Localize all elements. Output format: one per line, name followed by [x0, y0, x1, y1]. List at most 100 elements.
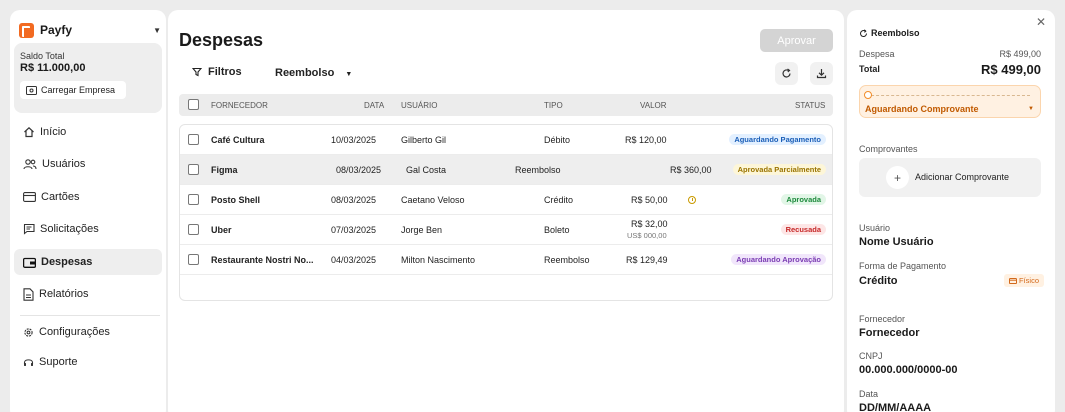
row-checkbox[interactable]	[188, 164, 199, 175]
user-label: Usuário	[859, 223, 891, 233]
headset-icon	[23, 358, 34, 366]
expense-detail-panel: ✕ Reembolso Despesa R$ 499,00 Total R$ 4…	[847, 10, 1055, 412]
nav-item-suporte[interactable]: Suporte	[14, 349, 162, 375]
expense-label: Despesa	[859, 49, 895, 59]
nav-item-usuarios[interactable]: Usuários	[14, 151, 162, 177]
row-checkbox[interactable]	[188, 134, 199, 145]
row-type: Boleto	[544, 225, 570, 235]
col-status: STATUS	[795, 101, 826, 110]
refresh-icon	[782, 68, 791, 78]
close-icon[interactable]: ✕	[1036, 15, 1046, 29]
download-button[interactable]	[810, 62, 833, 85]
balance-value: R$ 11.000,00	[20, 62, 86, 74]
row-user: Jorge Ben	[401, 225, 443, 235]
row-user: Gal Costa	[406, 165, 447, 175]
nav-item-cartoes[interactable]: Cartões	[14, 184, 162, 210]
supplier-value: Fornecedor	[859, 327, 920, 339]
table-row[interactable]: Figma 08/03/2025 Gal Costa Reembolso R$ …	[180, 155, 832, 185]
row-type: Crédito	[544, 195, 574, 205]
nav-item-relatorios[interactable]: Relatórios	[14, 281, 162, 307]
total-value: R$ 499,00	[981, 62, 1041, 77]
table-row[interactable]: Uber 07/03/2025 Jorge Ben Boleto R$ 32,0…	[180, 215, 832, 245]
nav-item-label: Usuários	[42, 158, 86, 170]
status-badge: Aguardando Aprovação	[731, 254, 826, 265]
row-supplier: Restaurante Nostri No...	[211, 255, 314, 265]
load-company-button[interactable]: Carregar Empresa	[20, 81, 126, 99]
nav-item-label: Solicitações	[40, 223, 99, 235]
supplier-label: Fornecedor	[859, 314, 906, 324]
row-date: 04/03/2025	[331, 255, 377, 265]
row-value: R$ 129,49	[626, 255, 668, 265]
col-value: VALOR	[640, 101, 667, 110]
row-supplier: Figma	[211, 165, 238, 175]
users-icon	[23, 159, 37, 170]
company-selector[interactable]: Payfy ▼	[19, 19, 161, 41]
status-label: Aguardando Comprovante	[865, 104, 979, 114]
filter-icon	[192, 67, 202, 77]
row-supplier: Café Cultura	[211, 135, 265, 145]
home-icon	[24, 126, 34, 138]
row-type: Débito	[544, 135, 571, 145]
wallet-icon	[23, 257, 36, 268]
type-filter-select[interactable]: Reembolso ▼	[275, 67, 352, 79]
add-proof-button[interactable]: + Adicionar Comprovante	[859, 158, 1041, 197]
caret-down-icon: ▼	[345, 71, 353, 78]
balance-card: Saldo Total R$ 11.000,00 Carregar Empres…	[14, 43, 162, 113]
col-date: DATA	[364, 101, 385, 110]
payfy-logo-icon	[19, 22, 34, 38]
nav-item-label: Início	[40, 126, 67, 138]
row-type: Reembolso	[515, 165, 561, 175]
status-badge: Recusada	[780, 224, 826, 235]
add-proof-label: Adicionar Comprovante	[915, 172, 1010, 182]
filters-button[interactable]: Filtros	[192, 66, 242, 78]
sidebar: Payfy ▼ Saldo Total R$ 11.000,00 Carrega…	[10, 10, 166, 412]
row-checkbox[interactable]	[188, 194, 199, 205]
table-row[interactable]: Posto Shell 08/03/2025 Caetano Veloso Cr…	[180, 185, 832, 215]
row-date: 08/03/2025	[331, 195, 377, 205]
row-checkbox[interactable]	[188, 254, 199, 265]
row-user: Milton Nascimento	[401, 255, 476, 265]
nav-item-inicio[interactable]: Início	[14, 119, 162, 145]
cnpj-value: 00.000.000/0000-00	[859, 364, 958, 376]
col-supplier: FORNECEDOR	[211, 101, 268, 110]
row-value: R$ 360,00	[670, 165, 712, 175]
nav-item-label: Despesas	[41, 256, 93, 268]
row-value: R$ 120,00	[625, 135, 667, 145]
payment-value: Crédito	[859, 275, 898, 287]
cash-icon	[26, 85, 37, 95]
approve-button[interactable]: Aprovar	[760, 29, 833, 52]
report-icon	[23, 287, 34, 301]
refresh-button[interactable]	[775, 62, 798, 85]
table-row[interactable]: Café Cultura 10/03/2025 Gilberto Gil Déb…	[180, 125, 832, 155]
gear-icon	[24, 327, 33, 337]
date-label: Data	[859, 389, 879, 399]
row-supplier: Posto Shell	[211, 195, 261, 205]
caret-down-icon: ▼	[1028, 106, 1034, 112]
expense-value: R$ 499,00	[999, 49, 1041, 59]
nav-item-configuracoes[interactable]: Configurações	[14, 319, 162, 345]
load-company-label: Carregar Empresa	[41, 85, 116, 95]
row-value: R$ 32,00	[631, 219, 668, 229]
progress-step-icon	[864, 91, 872, 99]
status-dropdown[interactable]: Aguardando Comprovante ▼	[859, 85, 1041, 118]
physical-badge-label: Físico	[1019, 276, 1040, 285]
total-label: Total	[859, 64, 880, 74]
expenses-main: Despesas Aprovar Filtros Reembolso ▼ FOR…	[168, 10, 844, 412]
table-header: FORNECEDOR DATA USUÁRIO TIPO VALOR STATU…	[179, 94, 833, 116]
physical-card-badge: Físico	[1004, 274, 1045, 287]
row-date: 08/03/2025	[336, 165, 382, 175]
nav-item-despesas[interactable]: Despesas	[14, 249, 162, 275]
row-date: 07/03/2025	[331, 225, 377, 235]
company-name: Payfy	[40, 23, 73, 37]
row-checkbox[interactable]	[188, 224, 199, 235]
refund-icon	[860, 28, 867, 37]
nav-divider	[20, 315, 160, 316]
nav-item-label: Configurações	[39, 326, 110, 338]
filters-label: Filtros	[208, 66, 242, 78]
status-badge: Aprovada	[781, 194, 826, 205]
panel-title-label: Reembolso	[871, 28, 920, 38]
select-all-checkbox[interactable]	[188, 99, 199, 110]
table-row[interactable]: Restaurante Nostri No... 04/03/2025 Milt…	[180, 245, 832, 275]
plus-icon: +	[886, 166, 909, 189]
nav-item-solicitacoes[interactable]: Solicitações	[14, 216, 162, 242]
